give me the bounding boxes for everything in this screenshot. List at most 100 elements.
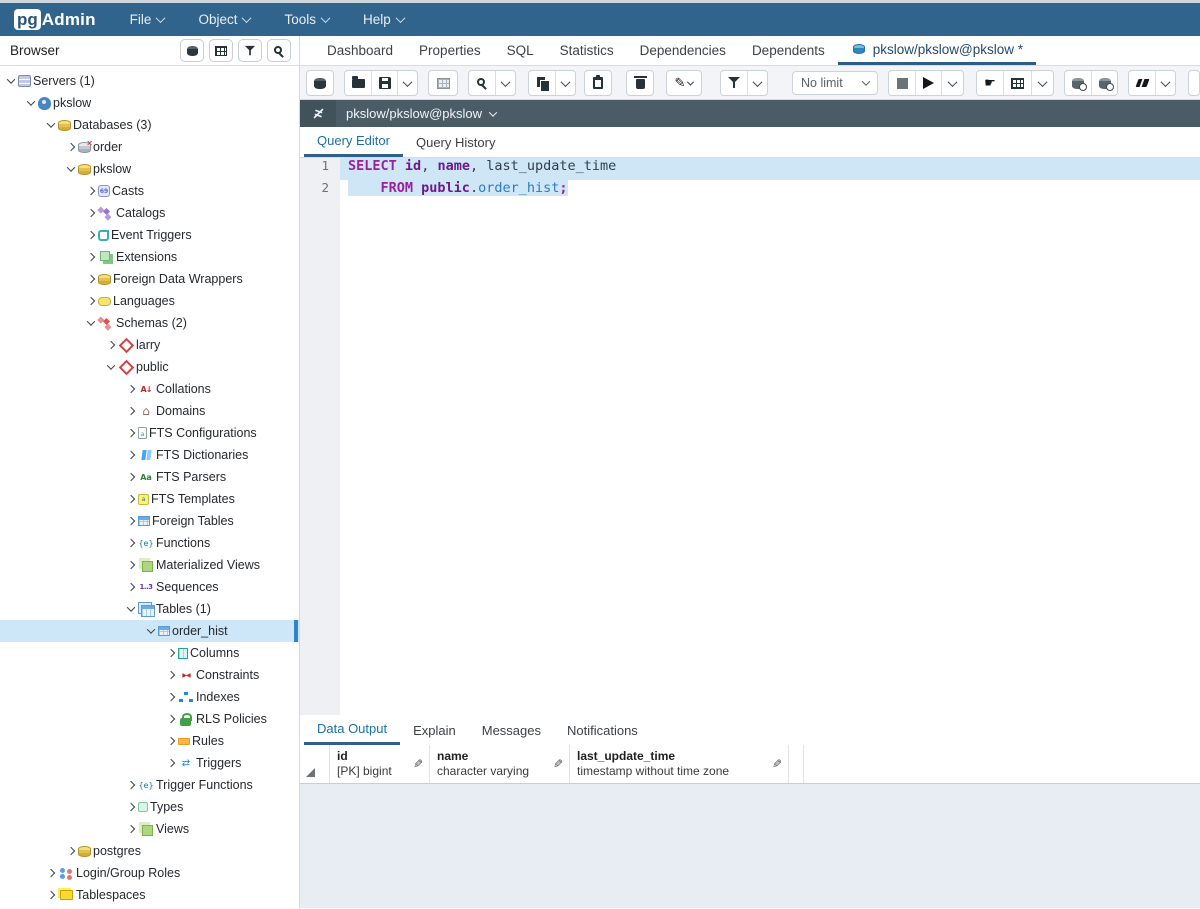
filtered-rows-button[interactable] <box>238 39 262 62</box>
chevron-down-icon[interactable] <box>124 606 138 612</box>
explain-button[interactable]: ☛ <box>977 71 1003 95</box>
chevron-right-icon[interactable] <box>84 188 98 194</box>
chevron-right-icon[interactable] <box>124 496 138 502</box>
tab-query-history[interactable]: Query History <box>403 127 508 157</box>
tree-item-order[interactable]: order <box>0 136 299 158</box>
tree-item-views[interactable]: Views <box>0 818 299 840</box>
execute-query-button[interactable] <box>915 71 941 95</box>
chevron-right-icon[interactable] <box>44 870 58 876</box>
sql-code-area[interactable]: SELECT id, name, last_update_time FROM p… <box>340 158 1200 202</box>
tree-item-fts-configurations[interactable]: FTS Configurations <box>0 422 299 444</box>
tree-item-columns[interactable]: Columns <box>0 642 299 664</box>
find-button[interactable] <box>469 71 495 95</box>
tab-messages[interactable]: Messages <box>469 715 554 745</box>
chevron-right-icon[interactable] <box>124 408 138 414</box>
chevron-right-icon[interactable] <box>84 298 98 304</box>
tree-item-order-hist[interactable]: order_hist <box>0 620 299 642</box>
tab-data-output[interactable]: Data Output <box>304 715 400 745</box>
connection-status-cell[interactable] <box>300 100 336 127</box>
chevron-down-icon[interactable] <box>44 122 58 128</box>
tree-item-catalogs[interactable]: Catalogs <box>0 202 299 224</box>
chevron-right-icon[interactable] <box>124 518 138 524</box>
chevron-right-icon[interactable] <box>124 430 138 436</box>
tree-item-extensions[interactable]: Extensions <box>0 246 299 268</box>
chevron-down-icon[interactable] <box>84 320 98 326</box>
chevron-down-icon[interactable] <box>24 100 38 106</box>
save-options-button[interactable] <box>397 71 417 95</box>
chevron-right-icon[interactable] <box>64 848 78 854</box>
tree-item-login-group-roles[interactable]: Login/Group Roles <box>0 862 299 884</box>
paste-button[interactable] <box>585 71 611 95</box>
tree-item-fts-parsers[interactable]: AaFTS Parsers <box>0 466 299 488</box>
chevron-right-icon[interactable] <box>84 232 98 238</box>
tab-statistics[interactable]: Statistics <box>547 36 627 65</box>
chevron-right-icon[interactable] <box>164 672 178 678</box>
tab-explain[interactable]: Explain <box>400 715 469 745</box>
search-objects-button[interactable] <box>267 39 291 62</box>
tree-item-collations[interactable]: A↓Collations <box>0 378 299 400</box>
column-header-id[interactable]: id[PK] bigint✎ <box>330 745 430 783</box>
chevron-right-icon[interactable] <box>64 144 78 150</box>
chevron-right-icon[interactable] <box>84 254 98 260</box>
chevron-right-icon[interactable] <box>164 716 178 722</box>
tree-item-casts[interactable]: Casts <box>0 180 299 202</box>
chevron-right-icon[interactable] <box>124 804 138 810</box>
copy-options-button[interactable] <box>555 71 575 95</box>
tree-item-databases-3[interactable]: Databases (3) <box>0 114 299 136</box>
tab-pkslow-pkslow-pkslow[interactable]: pkslow/pkslow@pkslow * <box>838 36 1036 65</box>
find-options-button[interactable] <box>495 71 515 95</box>
tab-query-editor[interactable]: Query Editor <box>304 127 403 157</box>
chevron-right-icon[interactable] <box>124 782 138 788</box>
chevron-right-icon[interactable] <box>124 584 138 590</box>
tree-item-trigger-functions[interactable]: {e}Trigger Functions <box>0 774 299 796</box>
download-button[interactable] <box>1189 71 1199 95</box>
chevron-down-icon[interactable] <box>4 78 18 84</box>
chevron-right-icon[interactable] <box>164 650 178 656</box>
open-file-button[interactable] <box>345 71 371 95</box>
save-data-changes-button[interactable] <box>429 71 457 95</box>
tree-item-indexes[interactable]: Indexes <box>0 686 299 708</box>
tab-notifications[interactable]: Notifications <box>554 715 651 745</box>
edit-pencil-icon[interactable]: ✎ <box>553 757 563 771</box>
tree-item-tablespaces[interactable]: Tablespaces <box>0 884 299 906</box>
tree-item-functions[interactable]: {e}Functions <box>0 532 299 554</box>
chevron-right-icon[interactable] <box>124 562 138 568</box>
tree-item-materialized-views[interactable]: Materialized Views <box>0 554 299 576</box>
column-header-last-update-time[interactable]: last_update_timetimestamp without time z… <box>570 745 789 783</box>
explain-options-button[interactable] <box>1031 71 1053 95</box>
chevron-right-icon[interactable] <box>124 826 138 832</box>
chevron-right-icon[interactable] <box>124 452 138 458</box>
commit-button[interactable] <box>1065 71 1091 95</box>
chevron-down-icon[interactable] <box>144 628 158 634</box>
pgadmin-logo[interactable]: pgAdmin <box>14 9 96 30</box>
save-file-button[interactable] <box>371 71 397 95</box>
tree-item-rls-policies[interactable]: RLS Policies <box>0 708 299 730</box>
menu-file[interactable]: File <box>130 12 165 27</box>
tree-item-foreign-tables[interactable]: Foreign Tables <box>0 510 299 532</box>
refresh-tree-button[interactable] <box>180 39 204 62</box>
view-data-button[interactable] <box>209 39 233 62</box>
edit-pencil-icon[interactable]: ✎ <box>413 757 423 771</box>
chevron-right-icon[interactable] <box>164 694 178 700</box>
tab-properties[interactable]: Properties <box>406 36 494 65</box>
tree-item-tables-1[interactable]: Tables (1) <box>0 598 299 620</box>
edit-menu-button[interactable]: ✎ <box>667 71 701 95</box>
explain-analyze-button[interactable] <box>1003 71 1031 95</box>
tree-item-fts-templates[interactable]: FTS Templates <box>0 488 299 510</box>
delete-row-button[interactable] <box>627 71 653 95</box>
sql-editor[interactable]: 12 SELECT id, name, last_update_time FRO… <box>300 158 1200 715</box>
row-limit-select[interactable]: No limit <box>792 71 878 95</box>
tree-item-foreign-data-wrappers[interactable]: Foreign Data Wrappers <box>0 268 299 290</box>
tab-dashboard[interactable]: Dashboard <box>314 36 406 65</box>
tree-item-domains[interactable]: ⌂Domains <box>0 400 299 422</box>
tree-item-languages[interactable]: Languages <box>0 290 299 312</box>
copy-button[interactable] <box>529 71 555 95</box>
rollback-button[interactable] <box>1091 71 1117 95</box>
execute-options-button[interactable] <box>941 71 963 95</box>
chevron-right-icon[interactable] <box>124 474 138 480</box>
chevron-right-icon[interactable] <box>84 210 98 216</box>
chevron-down-icon[interactable] <box>104 364 118 370</box>
tree-item-schemas-2[interactable]: Schemas (2) <box>0 312 299 334</box>
menu-help[interactable]: Help <box>363 12 404 27</box>
tree-item-types[interactable]: Types <box>0 796 299 818</box>
